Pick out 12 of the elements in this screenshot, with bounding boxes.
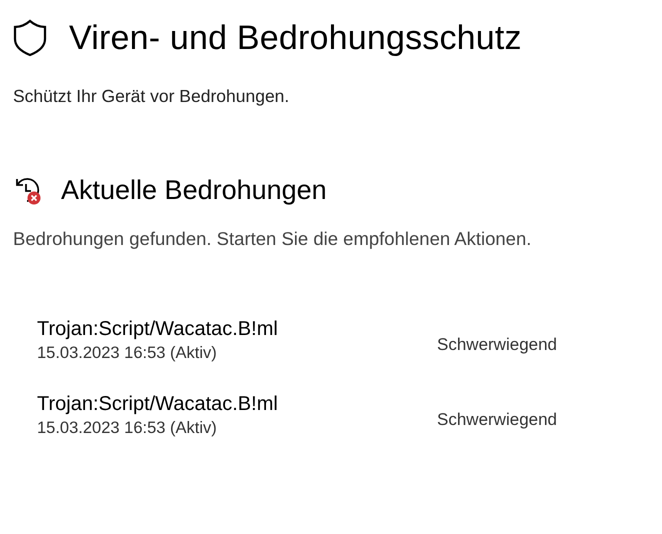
section-title: Aktuelle Bedrohungen [61, 175, 327, 206]
threat-name: Trojan:Script/Wacatac.B!ml [37, 318, 279, 341]
page-subtitle: Schützt Ihr Gerät vor Bedrohungen. [13, 86, 290, 107]
threat-date: 15.03.2023 16:53 (Aktiv) [37, 344, 218, 363]
threat-severity: Schwerwiegend [437, 334, 558, 354]
threat-severity: Schwerwiegend [437, 410, 558, 430]
page-title: Viren- und Bedrohungsschutz [69, 18, 522, 58]
history-warning-icon [13, 176, 43, 206]
threat-name: Trojan:Script/Wacatac.B!ml [37, 393, 279, 416]
section-description: Bedrohungen gefunden. Starten Sie die empfohlenen Aktionen. [13, 228, 532, 250]
shield-icon [13, 19, 47, 57]
threat-date: 15.03.2023 16:53 (Aktiv) [37, 419, 218, 438]
